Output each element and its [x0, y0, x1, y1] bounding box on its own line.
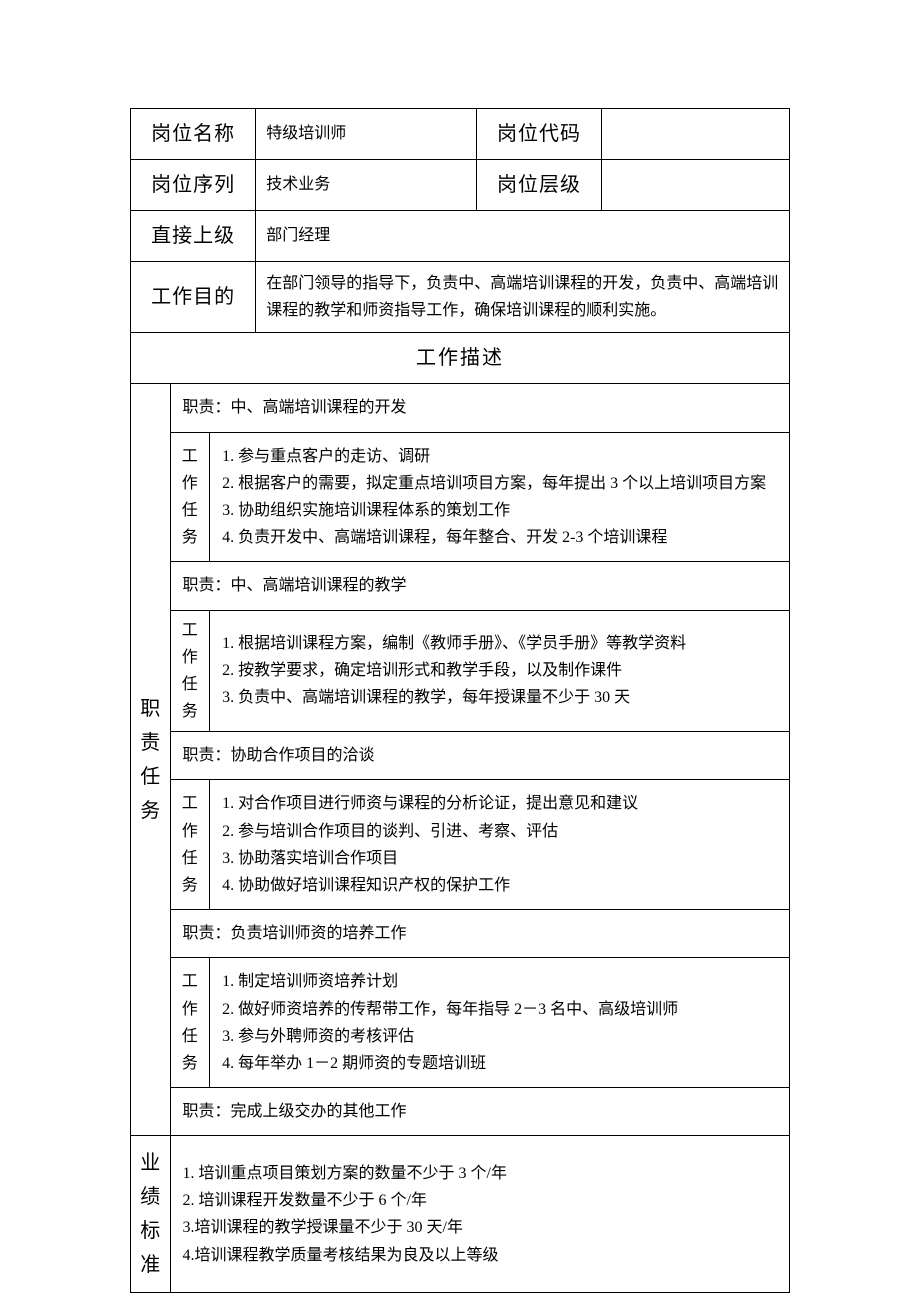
duty-title: 职责：中、高端培训课程的教学 — [170, 562, 789, 610]
direct-superior-value: 部门经理 — [256, 211, 790, 262]
position-code-value — [602, 109, 790, 160]
direct-superior-label: 直接上级 — [131, 211, 256, 262]
work-purpose-value: 在部门领导的指导下，负责中、高端培训课程的开发，负责中、高端培训课程的教学和师资… — [256, 262, 790, 333]
position-name-value: 特级培训师 — [256, 109, 477, 160]
position-level-label: 岗位层级 — [476, 160, 601, 211]
duty-title: 职责：中、高端培训课程的开发 — [170, 384, 789, 432]
position-series-value: 技术业务 — [256, 160, 477, 211]
task-content: 1. 根据培训课程方案，编制《教师手册》、《学员手册》等教学资料2. 按教学要求… — [210, 610, 790, 732]
job-description-table: 岗位名称 特级培训师 岗位代码 岗位序列 技术业务 岗位层级 直接上级 部门经理… — [130, 108, 790, 1293]
duty-title: 职责：完成上级交办的其他工作 — [170, 1088, 789, 1136]
task-content: 1. 对合作项目进行师资与课程的分析论证，提出意见和建议2. 参与培训合作项目的… — [210, 780, 790, 910]
task-label: 工作任务 — [170, 780, 210, 910]
performance-label: 业绩标准 — [131, 1136, 171, 1293]
task-label: 工作任务 — [170, 958, 210, 1088]
performance-content: 1. 培训重点项目策划方案的数量不少于 3 个/年2. 培训课程开发数量不少于 … — [170, 1136, 789, 1293]
duties-label-text: 职责任务 — [135, 692, 166, 828]
task-content: 1. 参与重点客户的走访、调研2. 根据客户的需要，拟定重点培训项目方案，每年提… — [210, 432, 790, 562]
duty-title: 职责：协助合作项目的洽谈 — [170, 732, 789, 780]
performance-label-text: 业绩标准 — [135, 1146, 166, 1282]
work-purpose-label: 工作目的 — [131, 262, 256, 333]
work-description-title: 工作描述 — [131, 333, 790, 384]
position-code-label: 岗位代码 — [476, 109, 601, 160]
task-content: 1. 制定培训师资培养计划2. 做好师资培养的传帮带工作，每年指导 2－3 名中… — [210, 958, 790, 1088]
duty-title: 职责：负责培训师资的培养工作 — [170, 910, 789, 958]
position-series-label: 岗位序列 — [131, 160, 256, 211]
task-label: 工作任务 — [170, 432, 210, 562]
task-label: 工作任务 — [170, 610, 210, 732]
duties-label: 职责任务 — [131, 384, 171, 1136]
position-name-label: 岗位名称 — [131, 109, 256, 160]
position-level-value — [602, 160, 790, 211]
